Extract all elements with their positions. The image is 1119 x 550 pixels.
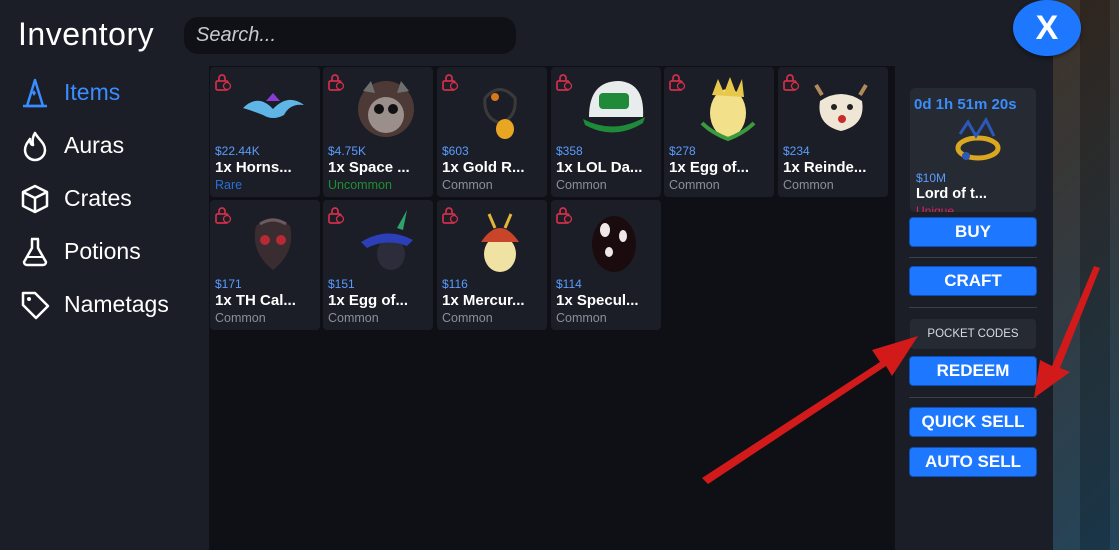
sidebar-item-crates[interactable]: Crates (14, 172, 204, 225)
divider (909, 257, 1037, 258)
sidebar-item-label: Crates (64, 185, 132, 211)
sidebar-item-nametags[interactable]: Nametags (14, 278, 204, 331)
item-price: $171 (215, 277, 242, 291)
featured-rarity: Unique (916, 204, 955, 212)
inventory-item[interactable]: $22.44K 1x Horns... Rare (210, 67, 320, 197)
item-rarity: Common (556, 178, 607, 192)
lock-icon[interactable] (555, 73, 573, 91)
lol-cap-item-icon (583, 81, 645, 133)
crown-item-icon (955, 116, 1001, 161)
lock-icon[interactable] (782, 73, 800, 91)
lock-icon[interactable] (327, 73, 345, 91)
flame-icon (18, 129, 52, 163)
featured-timer: 0d 1h 51m 20s (914, 96, 1017, 113)
inventory-item[interactable]: $4.75K 1x Space ... Uncommon (323, 67, 433, 197)
item-price: $116 (442, 277, 468, 291)
wizard-hat-icon (18, 76, 52, 110)
item-rarity: Rare (215, 178, 243, 192)
sidebar: Items Auras Crates Potions Nametags (14, 66, 204, 331)
featured-price: $10M (916, 171, 947, 185)
divider (909, 397, 1037, 398)
item-price: $358 (556, 144, 583, 158)
inventory-item[interactable]: $171 1x TH Cal... Common (210, 200, 320, 330)
sidebar-item-auras[interactable]: Auras (14, 119, 204, 172)
lock-icon[interactable] (668, 73, 686, 91)
dark-mask-item-icon (254, 218, 292, 270)
item-name: 1x TH Cal... (215, 292, 296, 309)
buy-button[interactable]: BUY (909, 217, 1037, 247)
featured-item-card[interactable]: 0d 1h 51m 20s $10M Lord of t... Unique (910, 88, 1036, 212)
lock-icon[interactable] (555, 206, 573, 224)
item-rarity: Common (328, 311, 379, 325)
item-rarity: Common (783, 178, 834, 192)
item-name: 1x LOL Da... (556, 159, 643, 176)
item-name: 1x Specul... (556, 292, 639, 309)
item-name: 1x Gold R... (442, 159, 525, 176)
item-name: 1x Mercur... (442, 292, 525, 309)
lock-icon[interactable] (214, 206, 232, 224)
inventory-item[interactable]: $234 1x Reinde... Common (778, 67, 888, 197)
inventory-item[interactable]: $358 1x LOL Da... Common (551, 67, 661, 197)
sidebar-item-label: Auras (64, 132, 125, 158)
mercury-egg-item-icon (481, 213, 519, 272)
pocket-codes-label: POCKET CODES (910, 319, 1036, 349)
item-name: 1x Reinde... (783, 159, 867, 176)
lock-icon[interactable] (441, 73, 459, 91)
lock-icon[interactable] (214, 73, 232, 91)
item-price: $114 (556, 277, 582, 291)
item-rarity: Uncommon (328, 178, 392, 192)
item-rarity: Common (215, 311, 266, 325)
dark-egg-item-icon (592, 216, 636, 272)
inventory-item[interactable]: $278 1x Egg of... Common (664, 67, 774, 197)
item-price: $234 (783, 144, 810, 158)
item-price: $278 (669, 144, 696, 158)
craft-button[interactable]: CRAFT (909, 266, 1037, 296)
sidebar-item-items[interactable]: Items (14, 66, 204, 119)
redeem-button[interactable]: REDEEM (909, 356, 1037, 386)
quick-sell-button[interactable]: QUICK SELL (909, 407, 1037, 437)
inventory-item[interactable]: $116 1x Mercur... Common (437, 200, 547, 330)
inventory-item[interactable]: $151 1x Egg of... Common (323, 200, 433, 330)
hat-egg-item-icon (361, 210, 413, 270)
space-cat-item-icon (358, 81, 414, 137)
sidebar-item-label: Nametags (64, 291, 169, 317)
horns-item-icon (243, 93, 304, 118)
gold-ring-item-icon (483, 88, 517, 139)
sidebar-item-label: Potions (64, 238, 141, 264)
divider (909, 307, 1037, 308)
item-name: 1x Egg of... (669, 159, 750, 176)
item-price: $603 (442, 144, 469, 158)
featured-name: Lord of t... (916, 186, 987, 202)
item-rarity: Common (442, 311, 493, 325)
item-price: $22.44K (215, 144, 260, 158)
reindeer-item-icon (814, 83, 868, 131)
inventory-window: Inventory Items Auras Crates Potions (0, 0, 1053, 550)
crown-egg-item-icon (700, 77, 756, 142)
item-rarity: Common (669, 178, 720, 192)
potion-flask-icon (18, 235, 52, 269)
item-name: 1x Horns... (215, 159, 292, 176)
sidebar-item-label: Items (64, 79, 121, 105)
tag-icon (18, 288, 52, 322)
close-button[interactable]: X (1013, 0, 1081, 56)
item-price: $4.75K (328, 144, 367, 158)
sidebar-item-potions[interactable]: Potions (14, 225, 204, 278)
item-name: 1x Space ... (328, 159, 410, 176)
window-title: Inventory (18, 16, 155, 52)
auto-sell-button[interactable]: AUTO SELL (909, 447, 1037, 477)
item-price: $151 (328, 277, 355, 291)
item-rarity: Common (442, 178, 493, 192)
item-name: 1x Egg of... (328, 292, 409, 309)
lock-icon[interactable] (441, 206, 459, 224)
search-input[interactable] (184, 17, 516, 54)
lock-icon[interactable] (327, 206, 345, 224)
item-rarity: Common (556, 311, 607, 325)
crate-box-icon (18, 182, 52, 216)
inventory-item[interactable]: $114 1x Specul... Common (551, 200, 661, 330)
inventory-item[interactable]: $603 1x Gold R... Common (437, 67, 547, 197)
